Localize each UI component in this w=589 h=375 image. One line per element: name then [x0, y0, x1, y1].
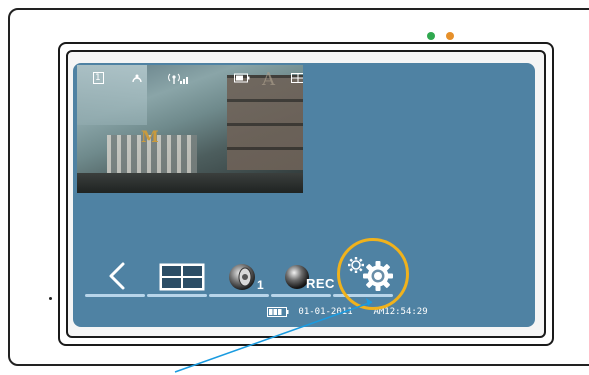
toolbar-underline-segment: [147, 294, 207, 297]
toolbar-underline-segment: [271, 294, 331, 297]
side-marker: [49, 297, 52, 300]
record-button[interactable]: REC: [283, 258, 343, 294]
signal-strength-icon: [168, 72, 190, 84]
camera-number-icon: 1: [93, 72, 104, 84]
split-screen-button[interactable]: [159, 263, 205, 291]
night-mode-icon: [131, 72, 143, 84]
speaker-channel-label: 1: [257, 278, 264, 292]
speaker-icon: [229, 264, 255, 290]
chevron-left-icon: [109, 262, 125, 290]
settings-highlight-ring: [337, 238, 409, 310]
split-view-icon: [291, 72, 303, 84]
speaker-button[interactable]: 1: [227, 258, 267, 294]
wall-letter-decor: M: [141, 127, 159, 146]
status-led: [446, 32, 454, 40]
split-screen-icon: [159, 263, 205, 291]
camera-feed[interactable]: M A 1: [77, 65, 303, 193]
toolbar-underline-segment: [209, 294, 269, 297]
battery-icon: [267, 306, 289, 317]
status-bar: 01-01-2011 AM12:54:29: [267, 306, 428, 318]
battery-icon: [234, 72, 250, 84]
back-button[interactable]: [103, 258, 129, 294]
power-led: [427, 32, 435, 40]
wall-letter-decor: A: [262, 69, 275, 90]
record-label: REC: [306, 276, 335, 291]
toolbar-underline-segment: [85, 294, 145, 297]
nursery-floor: [77, 173, 303, 193]
status-date: 01-01-2011: [298, 307, 353, 317]
display-screen: M A 1 1 REC 01-01-2011 AM12:54:29: [73, 63, 535, 327]
